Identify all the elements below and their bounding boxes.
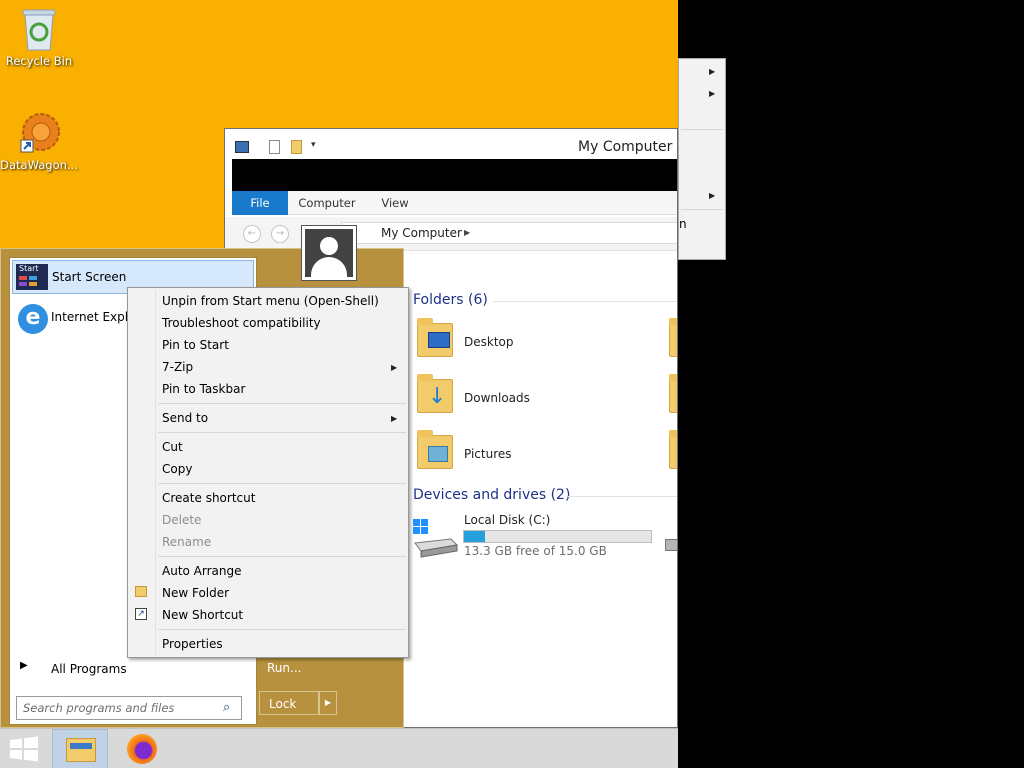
menu-item-7zip[interactable]: 7-Zip [162,360,193,374]
local-disk-icon[interactable] [411,515,459,559]
menu-separator [158,629,406,630]
window-title: My Computer [578,139,673,155]
run-item[interactable]: Run... [267,661,301,675]
folder-pictures[interactable]: Pictures [464,447,512,461]
properties-icon[interactable] [269,140,280,154]
windows-logo-icon [10,736,38,762]
firefox-icon [127,734,157,764]
menu-item-partial[interactable]: n [679,217,687,231]
address-bar-row: ← → My Computer ▶ [225,217,677,251]
desktop-icon-datawagon[interactable]: DataWagon... [0,110,78,172]
menu-separator [158,483,406,484]
drive-name[interactable]: Local Disk (C:) [464,513,550,527]
folder-icon[interactable] [669,318,677,357]
title-bar: ▾ My Computer [225,129,677,161]
submenu-arrow-icon[interactable]: ▶ [709,67,715,76]
tab-computer[interactable]: Computer [296,191,358,215]
address-text: My Computer [381,226,462,240]
start-screen-label: Start Screen [52,270,127,284]
folder-desktop[interactable]: Desktop [464,335,514,349]
desktop-folder-icon[interactable] [417,318,453,357]
menu-item-properties[interactable]: Properties [162,637,223,651]
menu-item-unpin[interactable]: Unpin from Start menu (Open-Shell) [162,294,379,308]
drive-usage-fill [464,531,486,542]
ribbon-tabs: File Computer View [232,191,677,215]
menu-separator [158,432,406,433]
tab-file[interactable]: File [232,191,288,215]
all-programs[interactable]: ▶ All Programs [12,656,254,680]
file-explorer-button[interactable] [52,729,108,768]
start-button[interactable] [0,729,48,768]
new-folder-icon[interactable] [291,140,302,154]
desktop-icon-label: DataWagon... [0,158,78,172]
menu-item-new-shortcut[interactable]: New Shortcut [162,608,243,622]
triangle-right-icon: ▶ [20,660,28,671]
user-avatar-icon [305,229,353,277]
menu-item-auto-arrange[interactable]: Auto Arrange [162,564,242,578]
drive-icon[interactable] [665,539,677,551]
address-bar[interactable]: My Computer ▶ [341,222,677,244]
menu-separator [681,129,723,130]
folder-icon [135,586,147,597]
devices-section-heading[interactable]: Devices and drives (2) [413,487,570,503]
section-divider [493,301,677,302]
datawagon-shortcut-icon [17,110,61,156]
search-icon: ⌕ [223,700,231,715]
section-divider [568,496,677,497]
downloads-folder-icon[interactable]: ↓ [417,374,453,413]
lock-button[interactable]: Lock [259,691,319,715]
menu-separator [158,556,406,557]
menu-separator [158,403,406,404]
submenu-arrow-icon: ▶ [391,363,398,372]
ribbon-area [232,159,677,191]
menu-item-rename: Rename [162,535,212,549]
menu-item-pin-to-start[interactable]: Pin to Start [162,338,229,352]
folder-icon[interactable] [669,374,677,413]
search-placeholder: Search programs and files [23,701,175,715]
desktop-icon-label: Recycle Bin [5,54,73,68]
file-explorer-icon [66,738,96,762]
taskbar [0,728,678,768]
user-picture[interactable] [301,225,357,281]
chevron-right-icon[interactable]: ▶ [464,228,470,237]
submenu-arrow-icon: ▶ [391,414,398,423]
computer-icon[interactable] [235,141,249,153]
submenu-arrow-icon[interactable]: ▶ [709,191,715,200]
menu-gutter [155,290,156,655]
desktop: Recycle Bin DataWagon... ▾ My Computer F… [0,0,678,768]
menu-item-delete: Delete [162,513,202,527]
start-screen-icon: Start [16,264,48,290]
menu-separator [681,209,723,210]
forward-button[interactable]: → [271,225,289,243]
lock-options-arrow[interactable]: ▶ [319,691,337,715]
drive-free-space: 13.3 GB free of 15.0 GB [464,544,607,558]
search-box[interactable]: Search programs and files ⌕ [16,696,242,720]
context-menu: Unpin from Start menu (Open-Shell) Troub… [127,287,409,658]
desktop-icon-recycle-bin[interactable]: Recycle Bin [0,6,78,68]
quick-access-dropdown-icon[interactable]: ▾ [311,140,316,150]
recycle-bin-icon [17,6,61,52]
internet-explorer-icon: e [18,304,48,334]
shortcut-icon: ↗ [135,608,147,620]
back-button[interactable]: ← [243,225,261,243]
folder-downloads[interactable]: Downloads [464,391,530,405]
firefox-button[interactable] [116,729,170,768]
menu-item-pin-to-taskbar[interactable]: Pin to Taskbar [162,382,245,396]
menu-item-create-shortcut[interactable]: Create shortcut [162,491,255,505]
drive-usage-bar [463,530,652,543]
folder-icon[interactable] [669,430,677,469]
folders-section-heading[interactable]: Folders (6) [413,292,488,308]
menu-item-new-folder[interactable]: New Folder [162,586,229,600]
menu-item-cut[interactable]: Cut [162,440,183,454]
menu-item-copy[interactable]: Copy [162,462,192,476]
submenu-arrow-icon[interactable]: ▶ [709,89,715,98]
menu-item-troubleshoot[interactable]: Troubleshoot compatibility [162,316,321,330]
pictures-folder-icon[interactable] [417,430,453,469]
background-context-menu: ▶ ▶ ▶ n [678,58,726,260]
menu-item-send-to[interactable]: Send to [162,411,208,425]
tab-view[interactable]: View [372,191,418,215]
